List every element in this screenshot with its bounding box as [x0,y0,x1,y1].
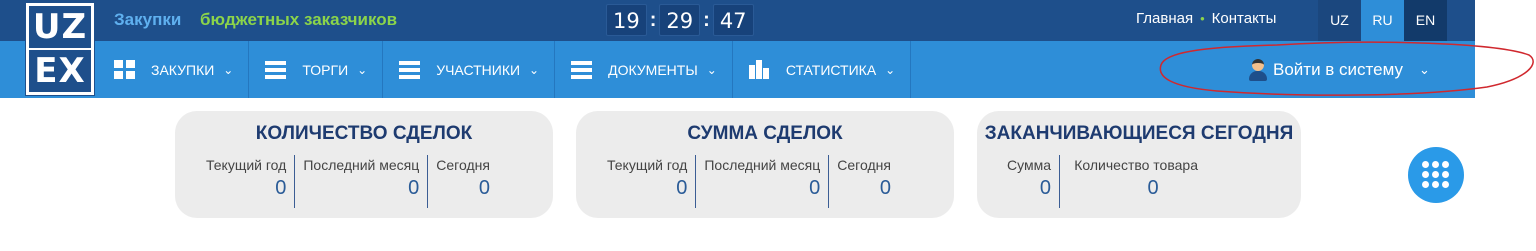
lang-ru-button[interactable]: RU [1361,0,1404,41]
menu-item-statistika[interactable]: СТАТИСТИКА ⌄ [733,41,912,98]
card-columns: Текущий год 0 Последний месяц 0 Сегодня … [198,155,498,208]
stat-value: 0 [1039,177,1051,199]
menu-item-label: ТОРГИ [302,61,349,78]
list-icon [399,60,421,79]
stat-value: 0 [676,177,688,199]
menu-item-label: СТАТИСТИКА [785,61,877,78]
stat-value: 0 [809,177,821,199]
clock: 19 : 29 : 47 [606,3,754,37]
stat-column: Сегодня 0 [428,155,498,208]
stat-card-ending-today: ЗАКАНЧИВАЮЩИЕСЯ СЕГОДНЯ Сумма 0 Количест… [977,111,1301,218]
menu-item-torgi[interactable]: ТОРГИ ⌄ [249,41,384,98]
stat-column: Текущий год 0 [599,155,697,208]
stat-column: Количество товара 0 [1060,155,1206,208]
chevron-down-icon: ⌄ [529,62,540,77]
stat-value: 0 [408,177,420,199]
stat-value: 0 [1147,177,1159,199]
brand-part-1: Закупки [114,10,182,29]
chevron-down-icon: ⌄ [357,62,368,77]
stat-column: Текущий год 0 [198,155,296,208]
stat-column: Последний месяц 0 [696,155,830,208]
user-icon [1247,58,1269,81]
chevron-down-icon: ⌄ [1418,61,1430,77]
clock-separator: : [703,8,710,31]
stat-card-deals-sum: СУММА СДЕЛОК Текущий год 0 Последний мес… [576,111,954,218]
chevron-down-icon: ⌄ [706,62,717,77]
menu-item-label: УЧАСТНИКИ [436,61,521,78]
stat-column: Сегодня 0 [829,155,899,208]
menu-item-zakupki[interactable]: ЗАКУПКИ ⌄ [98,41,250,98]
link-separator-dot: • [1200,11,1205,26]
stat-label: Сегодня [837,157,891,173]
language-switcher: UZ RU EN [1318,0,1447,41]
stat-label: Сумма [1007,157,1051,173]
uzex-logo[interactable]: UZ EX [26,3,94,95]
stat-label: Последний месяц [303,157,420,173]
logo-line-2: EX [29,50,91,92]
stat-column: Сумма 0 [999,155,1060,208]
stat-label: Последний месяц [704,157,821,173]
stat-column: Последний месяц 0 [295,155,429,208]
chevron-down-icon: ⌄ [223,62,234,77]
clock-seconds: 47 [712,4,754,36]
clock-separator: : [649,8,657,31]
login-label: Войти в систему [1273,59,1403,79]
chevron-down-icon: ⌄ [885,62,896,77]
card-columns: Сумма 0 Количество товара 0 [999,155,1206,208]
stat-label: Сегодня [436,157,490,173]
lang-en-button[interactable]: EN [1404,0,1447,41]
top-links: Главная • Контакты [1136,10,1276,27]
stat-label: Количество товара [1074,157,1198,173]
menu-item-uchastniki[interactable]: УЧАСТНИКИ ⌄ [383,41,556,98]
logo-line-1: UZ [29,6,91,48]
menu-item-dokumenty[interactable]: ДОКУМЕНТЫ ⌄ [555,41,733,98]
main-menu: ЗАКУПКИ ⌄ ТОРГИ ⌄ УЧАСТНИКИ ⌄ ДОКУМЕНТЫ … [98,41,912,98]
brand-title[interactable]: Закупки бюджетных заказчиков [114,10,397,30]
list-icon [571,60,593,79]
card-title: ЗАКАНЧИВАЮЩИЕСЯ СЕГОДНЯ [984,123,1294,144]
login-button[interactable]: Войти в систему ⌄ [1247,41,1430,98]
stat-value: 0 [275,177,287,199]
grid-icon [114,60,135,79]
bar-chart-icon [748,60,770,79]
apps-menu-button[interactable] [1408,147,1464,203]
card-title: СУММА СДЕЛОК [687,123,843,144]
menu-item-label: ДОКУМЕНТЫ [608,61,698,78]
card-title: КОЛИЧЕСТВО СДЕЛОК [255,123,473,144]
stat-card-deals-count: КОЛИЧЕСТВО СДЕЛОК Текущий год 0 Последни… [175,111,553,218]
contacts-link[interactable]: Контакты [1212,10,1277,27]
stat-label: Текущий год [206,157,287,173]
card-columns: Текущий год 0 Последний месяц 0 Сегодня … [599,155,899,208]
list-icon [265,60,287,79]
stat-value: 0 [478,177,490,199]
lang-uz-button[interactable]: UZ [1318,0,1361,41]
clock-minutes: 29 [659,4,701,36]
home-link[interactable]: Главная [1136,10,1193,27]
brand-part-2: бюджетных заказчиков [200,10,398,29]
menu-item-label: ЗАКУПКИ [151,61,215,78]
stat-value: 0 [879,177,891,199]
stat-label: Текущий год [607,157,688,173]
clock-hours: 19 [606,4,647,36]
